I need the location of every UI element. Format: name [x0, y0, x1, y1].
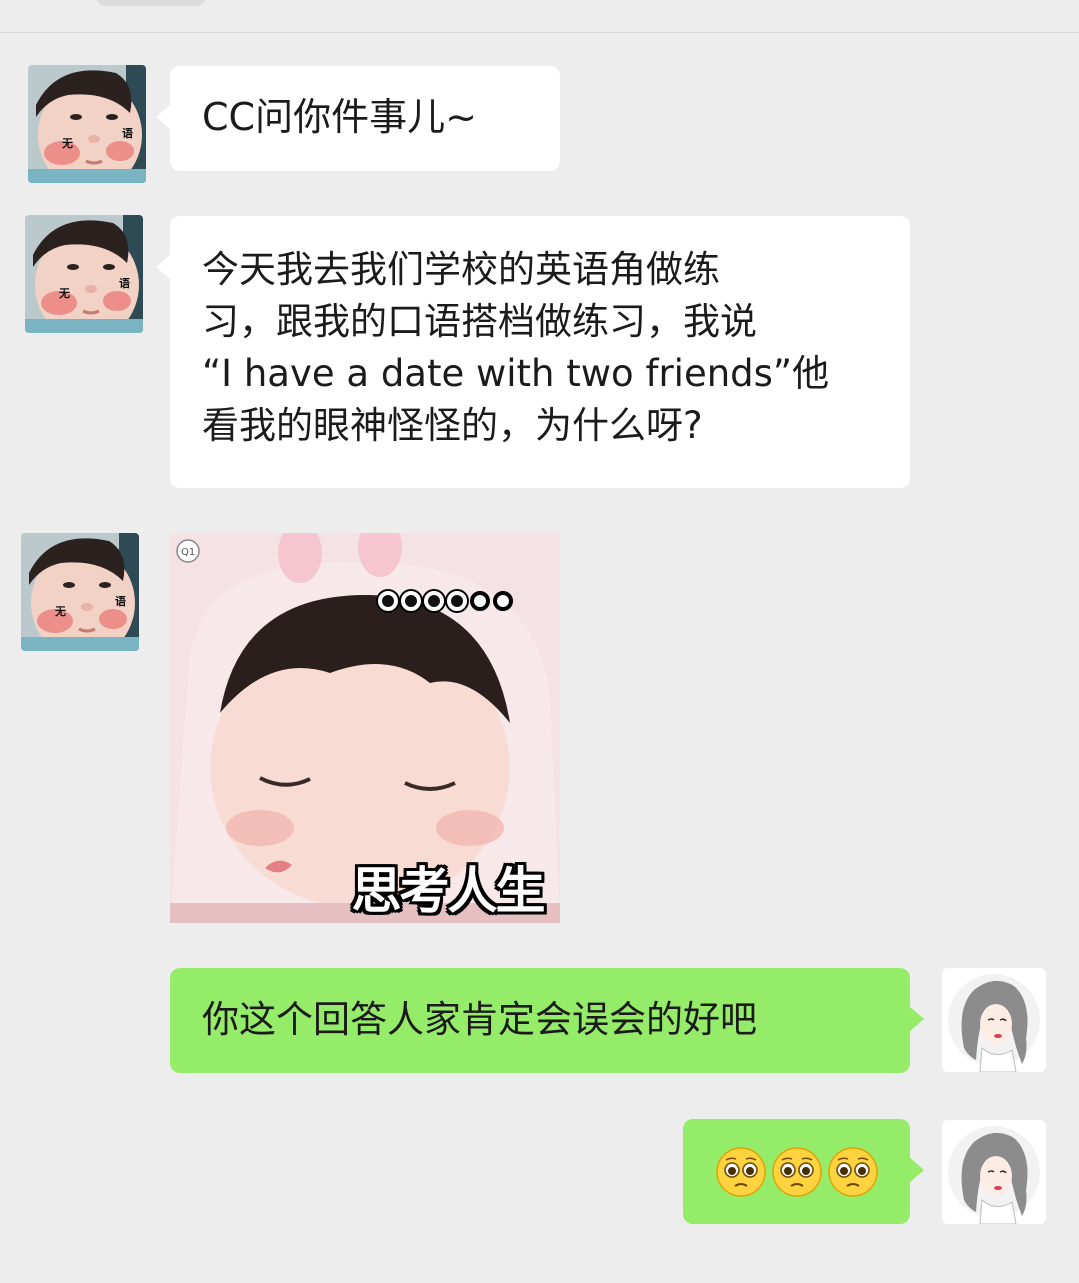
- contact-avatar[interactable]: 无 语: [21, 533, 139, 651]
- baby-face-icon: 无 语: [25, 215, 143, 333]
- message-text: 今天我去我们学校的英语角做练 习，跟我的口语搭档做练习，我说 “I have a…: [202, 248, 830, 447]
- baby-face-icon: 无 语: [21, 533, 139, 651]
- message-bubble-outgoing[interactable]: 你这个回答人家肯定会误会的好吧: [170, 968, 924, 1073]
- sticker-image[interactable]: Q1 思考人生: [170, 533, 560, 923]
- emoji-row: [683, 1119, 910, 1224]
- message-text: 你这个回答人家肯定会误会的好吧: [202, 998, 757, 1041]
- svg-text:无: 无: [58, 287, 70, 300]
- user-avatar[interactable]: [942, 968, 1046, 1072]
- pleading-face-icon: [771, 1146, 822, 1197]
- pleading-face-icon: [827, 1146, 878, 1197]
- svg-text:语: 语: [122, 126, 133, 140]
- input-pill[interactable]: [96, 0, 206, 6]
- svg-text:无: 无: [54, 605, 66, 618]
- pleading-face-icon: [715, 1146, 766, 1197]
- contact-avatar[interactable]: 无 语: [28, 65, 146, 183]
- message-bubble-incoming[interactable]: 今天我去我们学校的英语角做练 习，跟我的口语搭档做练习，我说 “I have a…: [156, 216, 910, 488]
- message-text: CC问你件事儿~: [202, 95, 477, 139]
- sticker-badge: Q1: [181, 547, 195, 558]
- svg-text:语: 语: [119, 276, 130, 290]
- top-bar: [0, 0, 1079, 33]
- message-bubble-outgoing[interactable]: [683, 1119, 924, 1224]
- girl-portrait-icon: [942, 1120, 1046, 1224]
- svg-text:语: 语: [115, 594, 126, 608]
- user-avatar[interactable]: [942, 1120, 1046, 1224]
- girl-portrait-icon: [942, 968, 1046, 1072]
- ellipsis-dots: [378, 591, 513, 611]
- baby-face-icon: 无 语: [28, 65, 146, 183]
- message-bubble-incoming[interactable]: CC问你件事儿~: [156, 66, 560, 171]
- sticker-caption: 思考人生: [351, 862, 546, 920]
- avatar-badge-1: 无: [61, 137, 73, 150]
- contact-avatar[interactable]: 无 语: [25, 215, 143, 333]
